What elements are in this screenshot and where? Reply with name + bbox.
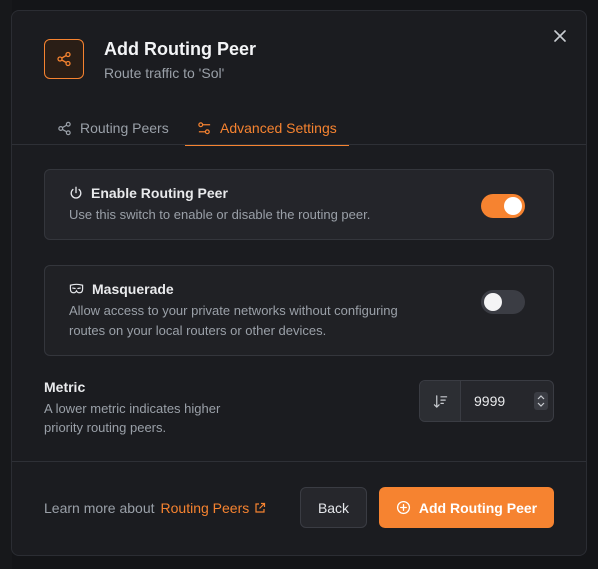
dialog-subtitle: Route traffic to 'Sol'	[104, 65, 225, 81]
routing-peers-docs-link[interactable]: Routing Peers	[161, 500, 267, 516]
tab-label: Advanced Settings	[220, 120, 337, 136]
back-button[interactable]: Back	[300, 487, 367, 528]
metric-stepper[interactable]	[529, 381, 553, 421]
add-routing-peer-button[interactable]: Add Routing Peer	[379, 487, 554, 528]
power-icon	[70, 186, 82, 199]
share-icon	[57, 51, 71, 67]
enable-routing-peer-title: Enable Routing Peer	[69, 185, 228, 201]
metric-prefix	[420, 381, 461, 421]
toggle-knob	[484, 293, 502, 311]
learn-more: Learn more about Routing Peers	[44, 500, 266, 516]
enable-routing-peer-card: Enable Routing Peer Use this switch to e…	[44, 169, 554, 240]
metric-field[interactable]: 9999	[419, 380, 554, 422]
chevron-up-icon[interactable]	[537, 395, 545, 400]
mask-icon	[69, 283, 84, 294]
masquerade-toggle[interactable]	[481, 290, 525, 314]
dialog-title: Add Routing Peer	[104, 39, 256, 59]
masquerade-title: Masquerade	[69, 281, 174, 297]
chevron-down-icon[interactable]	[537, 402, 545, 407]
enable-routing-peer-description: Use this switch to enable or disable the…	[69, 207, 371, 222]
metric-input[interactable]: 9999	[461, 381, 529, 421]
close-button[interactable]	[550, 26, 570, 46]
close-icon	[554, 30, 566, 42]
tab-bar: Routing Peers Advanced Settings	[12, 111, 586, 146]
masquerade-card: Masquerade Allow access to your private …	[44, 265, 554, 356]
dialog-footer: Learn more about Routing Peers Back Add …	[12, 461, 586, 555]
toggle-knob	[504, 197, 522, 215]
sliders-icon	[198, 121, 211, 134]
dialog-header: Add Routing Peer Route traffic to 'Sol'	[44, 39, 256, 82]
add-routing-peer-label: Add Routing Peer	[418, 499, 538, 516]
add-routing-peer-dialog: Add Routing Peer Route traffic to 'Sol' …	[11, 10, 587, 556]
tab-label: Routing Peers	[80, 120, 169, 136]
plus-circle-icon	[396, 500, 410, 515]
metric-label: Metric	[44, 379, 86, 395]
header-icon-box	[44, 39, 84, 79]
share-icon	[58, 121, 71, 135]
tab-routing-peers[interactable]: Routing Peers	[57, 111, 169, 145]
metric-description: A lower metric indicates higher priority…	[44, 401, 221, 435]
external-link-icon	[255, 502, 266, 513]
enable-routing-peer-toggle[interactable]	[481, 194, 525, 218]
masquerade-description: Allow access to your private networks wi…	[69, 303, 398, 338]
tab-advanced-settings[interactable]: Advanced Settings	[185, 111, 349, 146]
learn-more-text: Learn more about	[44, 500, 155, 516]
sort-descending-icon	[433, 394, 447, 408]
